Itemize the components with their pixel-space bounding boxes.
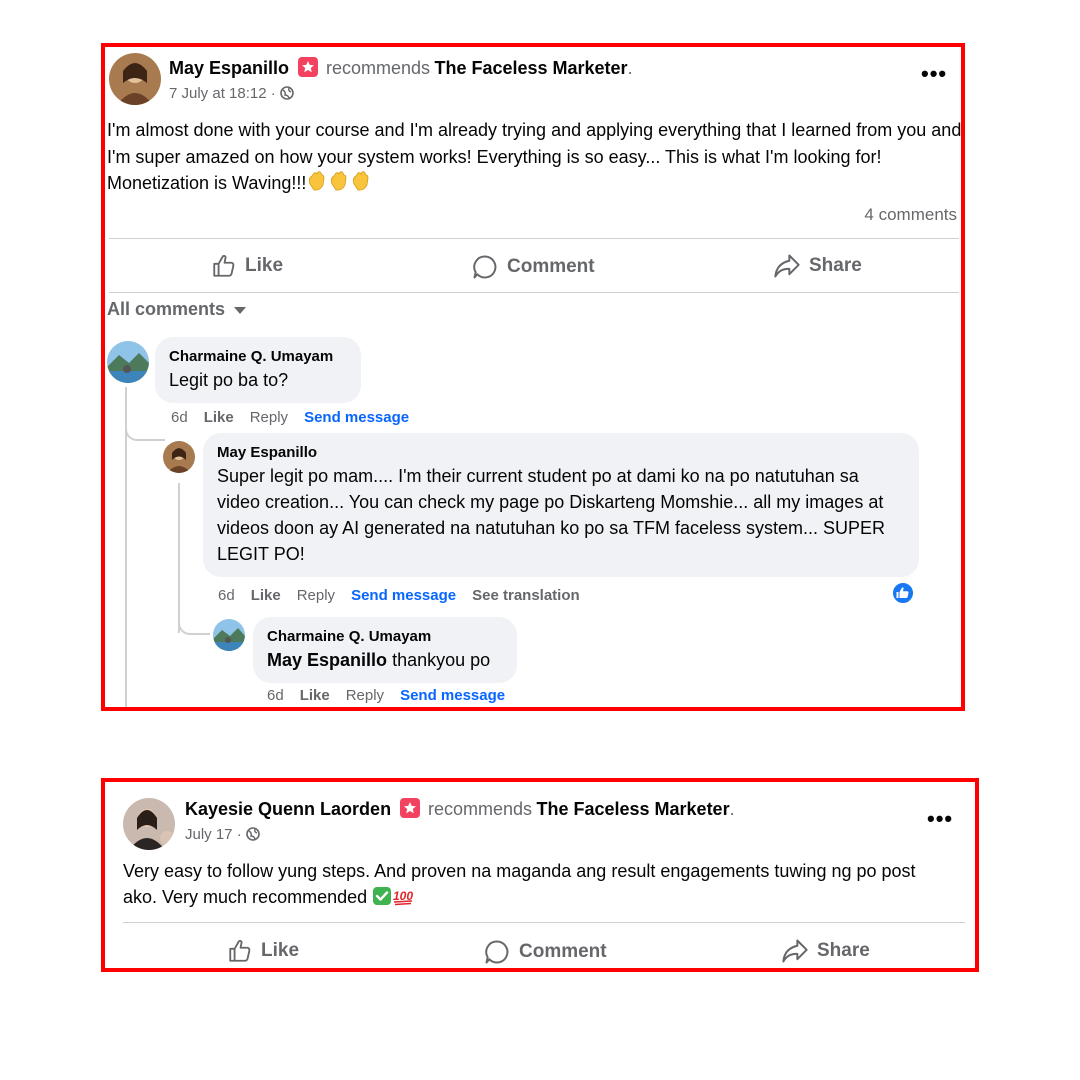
post-body-text: I'm almost done with your course and I'm…	[107, 120, 962, 193]
post-timestamp[interactable]: July 17 ·	[185, 826, 242, 843]
commenter-avatar[interactable]	[163, 441, 195, 473]
divider	[109, 292, 959, 293]
globe-icon	[246, 827, 260, 841]
like-reaction-icon[interactable]	[891, 581, 915, 605]
share-button[interactable]: Share	[773, 253, 862, 279]
comment-bubble: Charmaine Q. Umayam May Espanillo thanky…	[253, 617, 517, 683]
comment-button[interactable]: Comment	[471, 253, 595, 281]
post-body-text: Very easy to follow yung steps. And prov…	[123, 861, 916, 907]
check-mark-emoji	[372, 886, 392, 913]
comment-text: May Espanillo thankyou po	[267, 647, 503, 673]
comments-count[interactable]: 4 comments	[864, 205, 957, 225]
author-name[interactable]: May Espanillo	[169, 58, 289, 78]
avatar-photo	[163, 441, 195, 473]
share-icon	[774, 254, 800, 278]
avatar-photo	[107, 341, 149, 383]
post-card-may-espanillo: May Espanillo recommends The Faceless Ma…	[101, 43, 965, 711]
send-message-link[interactable]: Send message	[351, 587, 456, 604]
comment-button[interactable]: Comment	[483, 938, 607, 966]
author-name[interactable]: Kayesie Quenn Laorden	[185, 799, 391, 819]
comment-text: Legit po ba to?	[169, 370, 289, 390]
comment-time[interactable]: 6d	[267, 687, 284, 704]
comment-author[interactable]: Charmaine Q. Umayam	[169, 347, 347, 367]
comment-icon	[485, 940, 509, 964]
post-header: May Espanillo recommends The Faceless Ma…	[169, 57, 633, 78]
comment-reply-button[interactable]: Reply	[346, 687, 384, 704]
post-meta: 7 July at 18:12 ·	[169, 85, 294, 102]
waving-hand-emoji	[306, 170, 372, 200]
divider	[123, 922, 965, 923]
thread-connector	[125, 397, 165, 441]
commenter-avatar[interactable]	[213, 619, 245, 651]
share-label: Share	[809, 255, 862, 276]
share-icon	[782, 939, 808, 963]
recommends-label: recommends	[325, 58, 430, 78]
page-name-link[interactable]: The Faceless Marketer	[434, 58, 627, 78]
share-button[interactable]: Share	[781, 938, 870, 964]
author-avatar[interactable]	[123, 798, 175, 850]
page-name-link[interactable]: The Faceless Marketer	[536, 799, 729, 819]
comment-like-button[interactable]: Like	[300, 687, 330, 704]
like-label: Like	[261, 940, 300, 961]
comment-author[interactable]: Charmaine Q. Umayam	[267, 627, 503, 647]
comment-reply-button[interactable]: Reply	[250, 409, 288, 426]
share-label: Share	[817, 940, 870, 961]
post-body: I'm almost done with your course and I'm…	[107, 117, 962, 200]
comment-label: Comment	[519, 941, 607, 962]
avatar-photo	[123, 798, 175, 850]
all-comments-label: All comments	[107, 299, 226, 319]
comment-time[interactable]: 6d	[171, 409, 188, 426]
recommend-star-icon	[297, 57, 318, 77]
comment-text-body: thankyou po	[392, 650, 491, 670]
comment-like-button[interactable]: Like	[204, 409, 234, 426]
comment-like-button[interactable]: Like	[251, 587, 281, 604]
post-card-kayesie-laorden: Kayesie Quenn Laorden recommends The Fac…	[101, 778, 979, 972]
recommends-label: recommends	[427, 799, 533, 819]
comment-bubble: Charmaine Q. Umayam Legit po ba to?	[155, 337, 361, 403]
globe-icon	[280, 86, 294, 100]
more-options-icon[interactable]: •••	[927, 806, 953, 832]
post-body: Very easy to follow yung steps. And prov…	[123, 858, 953, 913]
post-header: Kayesie Quenn Laorden recommends The Fac…	[185, 798, 735, 819]
more-options-icon[interactable]: •••	[921, 61, 947, 87]
like-button[interactable]: Like	[227, 938, 299, 964]
like-button[interactable]: Like	[211, 253, 283, 279]
comment-actions: 6d Like Reply Send message	[171, 409, 409, 426]
all-comments-filter[interactable]: All comments	[107, 299, 247, 320]
comment-actions: 6d Like Reply Send message See translati…	[218, 587, 580, 604]
avatar-photo	[213, 619, 245, 651]
caret-down-icon	[234, 306, 247, 314]
comment-author[interactable]: May Espanillo	[217, 443, 905, 463]
thumbs-up-icon	[213, 254, 235, 277]
hundred-points-emoji: 100	[392, 886, 414, 913]
comment-time[interactable]: 6d	[218, 587, 235, 604]
thumbs-up-icon	[229, 939, 251, 962]
comment-label: Comment	[507, 256, 595, 277]
see-translation-link[interactable]: See translation	[472, 587, 580, 604]
comment-reply-button[interactable]: Reply	[297, 587, 335, 604]
avatar-photo	[109, 53, 161, 105]
like-label: Like	[245, 255, 284, 276]
thread-connector	[178, 587, 210, 635]
author-avatar[interactable]	[109, 53, 161, 105]
comment-bubble: May Espanillo Super legit po mam.... I'm…	[203, 433, 919, 577]
send-message-link[interactable]: Send message	[304, 409, 409, 426]
post-timestamp[interactable]: 7 July at 18:12 ·	[169, 85, 276, 102]
comment-actions: 6d Like Reply Send message	[267, 687, 505, 704]
divider	[109, 238, 959, 239]
send-message-link[interactable]: Send message	[400, 687, 505, 704]
commenter-avatar[interactable]	[107, 341, 149, 383]
mention-link[interactable]: May Espanillo	[267, 650, 387, 670]
comment-text: Super legit po mam.... I'm their current…	[217, 466, 886, 564]
post-meta: July 17 ·	[185, 826, 260, 843]
recommend-star-icon	[399, 798, 420, 818]
comment-icon	[473, 255, 497, 279]
